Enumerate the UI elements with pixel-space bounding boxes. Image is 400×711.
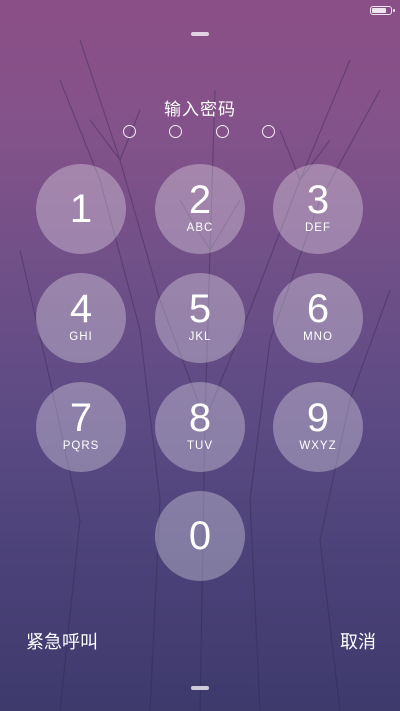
key-0[interactable]: 0 <box>155 491 245 581</box>
key-digit: 7 <box>69 396 93 440</box>
key-digit: 0 <box>188 514 212 558</box>
key-letters: DEF <box>305 222 331 234</box>
key-4[interactable]: 4 GHI <box>36 273 126 363</box>
key-digit: 1 <box>69 187 93 231</box>
bottom-drag-handle[interactable] <box>191 686 209 690</box>
passcode-indicator <box>0 125 400 141</box>
key-digit: 4 <box>69 287 93 331</box>
key-digit: 3 <box>306 178 330 222</box>
page-title: 输入密码 <box>164 100 236 120</box>
key-1[interactable]: 1 <box>36 164 126 254</box>
key-letters: ABC <box>186 222 214 234</box>
top-drag-handle[interactable] <box>191 32 209 36</box>
key-9[interactable]: 9 WXYZ <box>273 382 363 472</box>
key-6[interactable]: 6 MNO <box>273 273 363 363</box>
cancel-button[interactable]: 取消 <box>340 628 376 654</box>
key-letters: GHI <box>69 331 93 343</box>
key-digit: 9 <box>306 396 330 440</box>
key-letters: PQRS <box>62 440 100 452</box>
key-letters: JKL <box>188 331 212 343</box>
key-8[interactable]: 8 TUV <box>155 382 245 472</box>
key-3[interactable]: 3 DEF <box>273 164 363 254</box>
passcode-dot <box>123 125 136 138</box>
key-digit: 5 <box>188 287 212 331</box>
battery-icon <box>370 6 395 15</box>
lock-screen: 输入密码 1 2 ABC 3 DEF 4 GHI 5 JKL 6 MNO 7 P… <box>0 0 400 711</box>
battery-level-fill <box>372 8 386 13</box>
key-letters: TUV <box>187 440 213 452</box>
key-7[interactable]: 7 PQRS <box>36 382 126 472</box>
passcode-dot <box>169 125 182 138</box>
passcode-dot <box>262 125 275 138</box>
key-5[interactable]: 5 JKL <box>155 273 245 363</box>
key-digit: 8 <box>188 396 212 440</box>
key-letters: WXYZ <box>299 440 337 452</box>
key-letters: MNO <box>303 331 333 343</box>
key-digit: 2 <box>188 178 212 222</box>
emergency-call-button[interactable]: 紧急呼叫 <box>26 628 98 654</box>
passcode-dot <box>216 125 229 138</box>
key-2[interactable]: 2 ABC <box>155 164 245 254</box>
key-digit: 6 <box>306 287 330 331</box>
